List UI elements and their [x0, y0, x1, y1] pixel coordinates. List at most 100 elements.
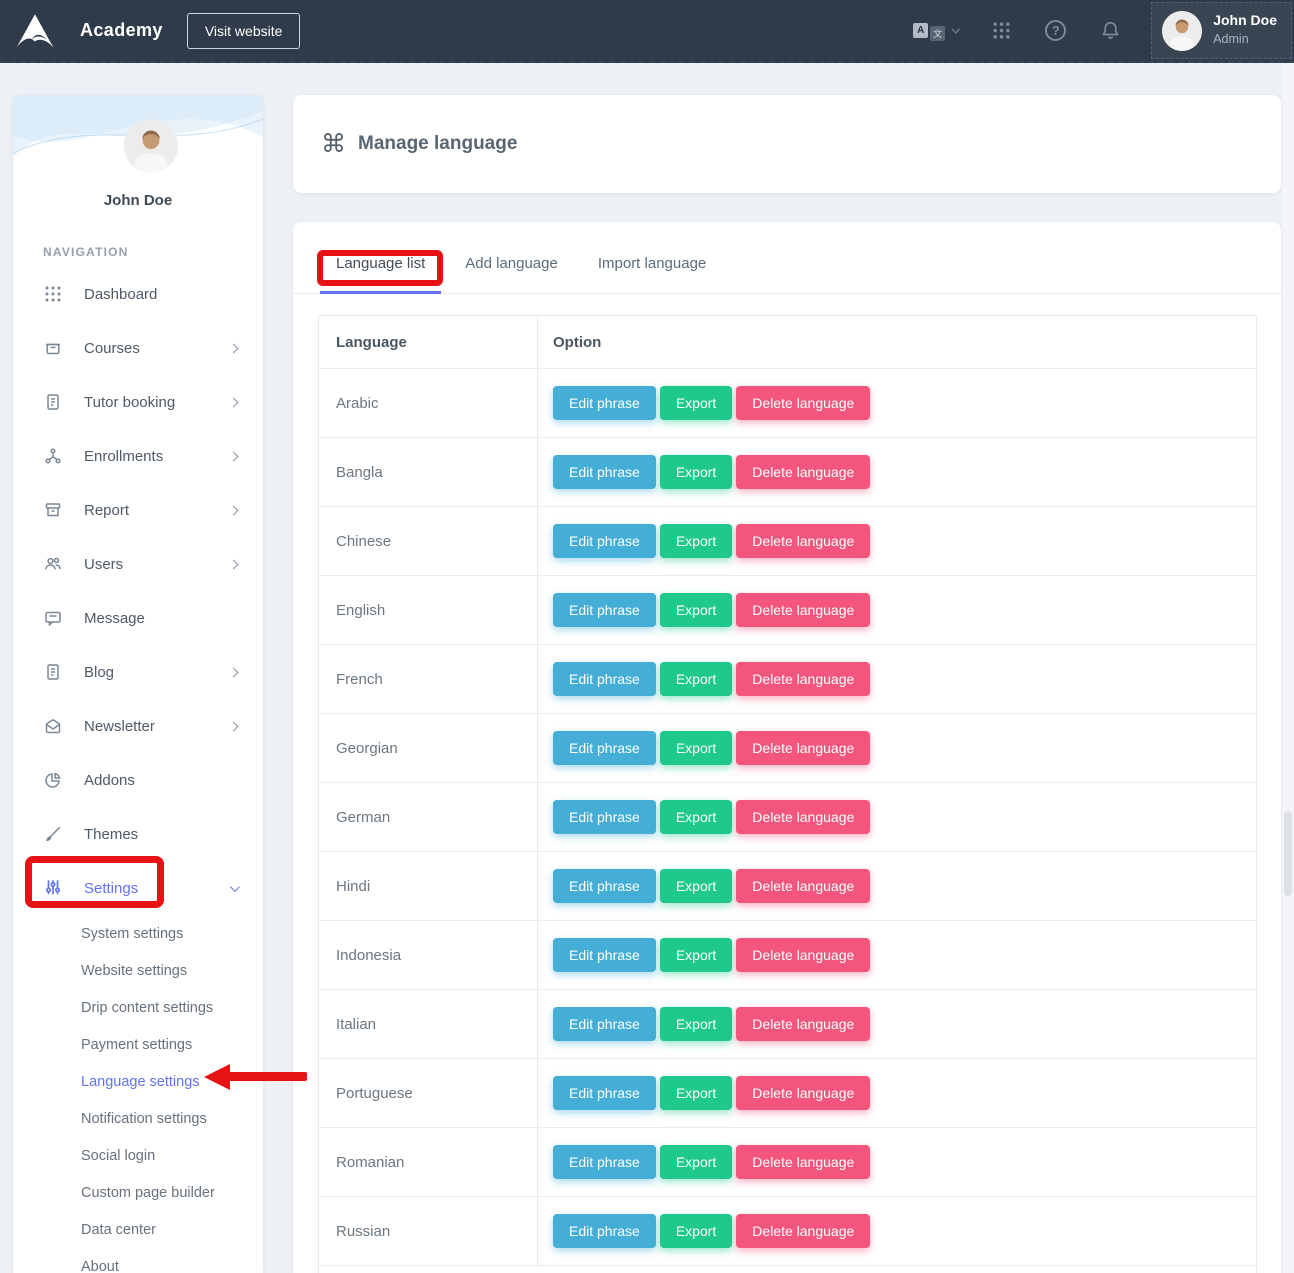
export-button[interactable]: Export [660, 524, 732, 558]
table-row: French Edit phrase Export Delete languag… [319, 644, 1256, 713]
edit-phrase-button[interactable]: Edit phrase [553, 800, 656, 834]
academy-logo-icon[interactable] [14, 13, 56, 49]
delete-language-button[interactable]: Delete language [736, 938, 870, 972]
edit-phrase-button[interactable]: Edit phrase [553, 662, 656, 696]
submenu-data-center[interactable]: Data center [13, 1211, 263, 1248]
chevron-right-icon [229, 397, 239, 407]
submenu-payment-settings[interactable]: Payment settings [13, 1026, 263, 1063]
message-icon [43, 609, 63, 627]
edit-phrase-button[interactable]: Edit phrase [553, 1214, 656, 1248]
export-button[interactable]: Export [660, 386, 732, 420]
command-icon: ⌘ [321, 129, 346, 159]
table-row: Russian Edit phrase Export Delete langua… [319, 1196, 1256, 1265]
sidebar-item-settings[interactable]: Settings [13, 861, 263, 915]
blog-icon [43, 663, 63, 681]
settings-submenu: System settings Website settings Drip co… [13, 915, 263, 1273]
enrollments-icon [43, 447, 63, 465]
apps-grid-icon[interactable] [992, 21, 1011, 40]
user-role: Admin [1213, 32, 1248, 46]
delete-language-button[interactable]: Delete language [736, 1145, 870, 1179]
table-row: Chinese Edit phrase Export Delete langua… [319, 506, 1256, 575]
submenu-system-settings[interactable]: System settings [13, 915, 263, 952]
edit-phrase-button[interactable]: Edit phrase [553, 731, 656, 765]
edit-phrase-button[interactable]: Edit phrase [553, 524, 656, 558]
export-button[interactable]: Export [660, 1145, 732, 1179]
edit-phrase-button[interactable]: Edit phrase [553, 455, 656, 489]
chevron-right-icon [229, 505, 239, 515]
sidebar-item-dashboard[interactable]: Dashboard [13, 267, 263, 321]
sidebar-item-blog[interactable]: Blog [13, 645, 263, 699]
tutor-booking-icon [43, 393, 63, 411]
sidebar-item-newsletter[interactable]: Newsletter [13, 699, 263, 753]
help-icon[interactable]: ? [1045, 20, 1066, 41]
export-button[interactable]: Export [660, 731, 732, 765]
chevron-right-icon [229, 451, 239, 461]
sidebar-item-message[interactable]: Message [13, 591, 263, 645]
submenu-website-settings[interactable]: Website settings [13, 952, 263, 989]
language-name: Hindi [319, 852, 537, 920]
edit-phrase-button[interactable]: Edit phrase [553, 1076, 656, 1110]
sidebar-item-enrollments[interactable]: Enrollments [13, 429, 263, 483]
edit-phrase-button[interactable]: Edit phrase [553, 593, 656, 627]
delete-language-button[interactable]: Delete language [736, 662, 870, 696]
delete-language-button[interactable]: Delete language [736, 1214, 870, 1248]
delete-language-button[interactable]: Delete language [736, 869, 870, 903]
export-button[interactable]: Export [660, 1214, 732, 1248]
language-switcher[interactable]: A 文 [913, 23, 958, 38]
delete-language-button[interactable]: Delete language [736, 1076, 870, 1110]
delete-language-button[interactable]: Delete language [736, 800, 870, 834]
user-avatar [1162, 11, 1202, 51]
addons-icon [43, 771, 63, 789]
delete-language-button[interactable]: Delete language [736, 731, 870, 765]
table-row: Bangla Edit phrase Export Delete languag… [319, 437, 1256, 506]
delete-language-button[interactable]: Delete language [736, 593, 870, 627]
user-menu[interactable]: John Doe Admin [1151, 2, 1292, 59]
delete-language-button[interactable]: Delete language [736, 524, 870, 558]
sidebar-item-courses[interactable]: Courses [13, 321, 263, 375]
tab-import-language[interactable]: Import language [582, 255, 722, 293]
scrollbar-track [1282, 63, 1294, 1273]
submenu-social-login[interactable]: Social login [13, 1137, 263, 1174]
export-button[interactable]: Export [660, 869, 732, 903]
tab-add-language[interactable]: Add language [449, 255, 574, 293]
export-button[interactable]: Export [660, 455, 732, 489]
edit-phrase-button[interactable]: Edit phrase [553, 938, 656, 972]
submenu-about[interactable]: About [13, 1248, 263, 1273]
chevron-right-icon [229, 343, 239, 353]
export-button[interactable]: Export [660, 593, 732, 627]
language-name: French [319, 645, 537, 713]
submenu-language-settings[interactable]: Language settings [13, 1063, 263, 1100]
edit-phrase-button[interactable]: Edit phrase [553, 1145, 656, 1179]
submenu-drip-content-settings[interactable]: Drip content settings [13, 989, 263, 1026]
user-name: John Doe [1213, 12, 1277, 30]
export-button[interactable]: Export [660, 1076, 732, 1110]
dashboard-icon [43, 285, 63, 303]
table-body: Arabic Edit phrase Export Delete languag… [319, 368, 1256, 1265]
scrollbar-thumb[interactable] [1284, 811, 1292, 896]
export-button[interactable]: Export [660, 1007, 732, 1041]
edit-phrase-button[interactable]: Edit phrase [553, 386, 656, 420]
sidebar-item-addons[interactable]: Addons [13, 753, 263, 807]
language-name: Indonesia [319, 921, 537, 989]
delete-language-button[interactable]: Delete language [736, 1007, 870, 1041]
language-name: Chinese [319, 507, 537, 575]
sidebar-item-report[interactable]: Report [13, 483, 263, 537]
delete-language-button[interactable]: Delete language [736, 455, 870, 489]
language-name: Russian [319, 1197, 537, 1265]
delete-language-button[interactable]: Delete language [736, 386, 870, 420]
tab-language-list[interactable]: Language list [320, 255, 441, 293]
sidebar-item-users[interactable]: Users [13, 537, 263, 591]
edit-phrase-button[interactable]: Edit phrase [553, 869, 656, 903]
submenu-notification-settings[interactable]: Notification settings [13, 1100, 263, 1137]
edit-phrase-button[interactable]: Edit phrase [553, 1007, 656, 1041]
notifications-bell-icon[interactable] [1100, 20, 1121, 41]
sidebar-user-name: John Doe [13, 192, 263, 209]
export-button[interactable]: Export [660, 938, 732, 972]
export-button[interactable]: Export [660, 800, 732, 834]
submenu-custom-page-builder[interactable]: Custom page builder [13, 1174, 263, 1211]
visit-website-button[interactable]: Visit website [187, 13, 301, 49]
newsletter-icon [43, 717, 63, 735]
sidebar-item-themes[interactable]: Themes [13, 807, 263, 861]
sidebar-item-tutor-booking[interactable]: Tutor booking [13, 375, 263, 429]
export-button[interactable]: Export [660, 662, 732, 696]
